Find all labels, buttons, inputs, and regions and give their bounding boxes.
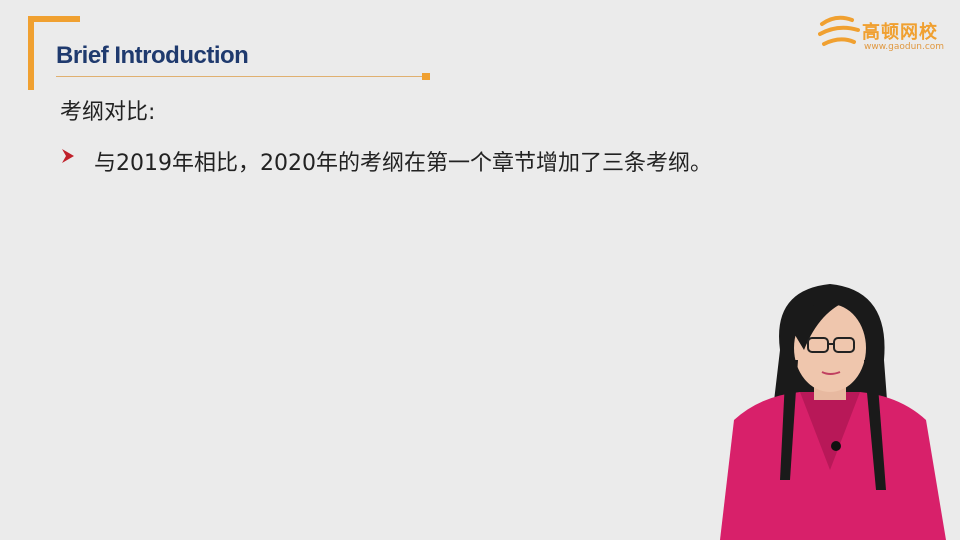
brand-logo: 高顿网校 www.gaodun.com [818,12,948,56]
presenter-video-image [720,284,946,540]
arrow-bullet-icon [62,149,74,163]
logo-brand-text: 高顿网校 [862,22,938,43]
title-underline-end [422,73,430,80]
slide-title: Brief Introduction [56,42,249,69]
title-underline [56,76,424,77]
bullet-text: 与2019年相比，2020年的考纲在第一个章节增加了三条考纲。 [94,151,712,176]
section-heading: 考纲对比: [60,100,156,125]
logo-url: www.gaodun.com [864,42,945,52]
logo-swoosh-icon [818,15,860,46]
